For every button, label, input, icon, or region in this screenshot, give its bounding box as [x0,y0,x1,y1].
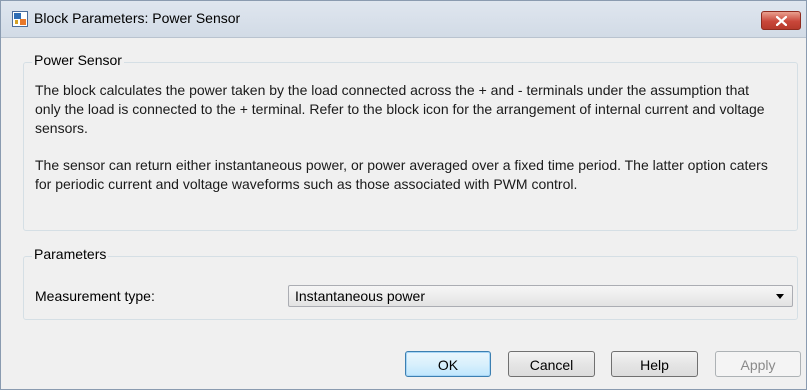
measurement-type-select[interactable]: Instantaneous power [288,285,793,307]
simulink-block-icon [12,11,28,27]
dialog-window: Block Parameters: Power Sensor Power Sen… [0,0,807,390]
block-description-paragraph-1: The block calculates the power taken by … [35,82,765,136]
measurement-type-value: Instantaneous power [295,288,425,304]
ok-button[interactable]: OK [405,351,491,377]
help-button[interactable]: Help [611,351,698,377]
group-title-power-sensor: Power Sensor [32,52,124,68]
close-button[interactable] [761,11,801,30]
group-title-parameters: Parameters [32,246,109,262]
block-description-paragraph-2: The sensor can return either instantaneo… [35,157,768,192]
chevron-down-icon [776,294,784,299]
title-bar[interactable]: Block Parameters: Power Sensor [1,1,806,38]
apply-button[interactable]: Apply [715,351,801,377]
cancel-button[interactable]: Cancel [508,351,595,377]
close-icon [776,16,787,26]
measurement-type-label: Measurement type: [35,288,155,304]
window-title: Block Parameters: Power Sensor [34,10,241,26]
